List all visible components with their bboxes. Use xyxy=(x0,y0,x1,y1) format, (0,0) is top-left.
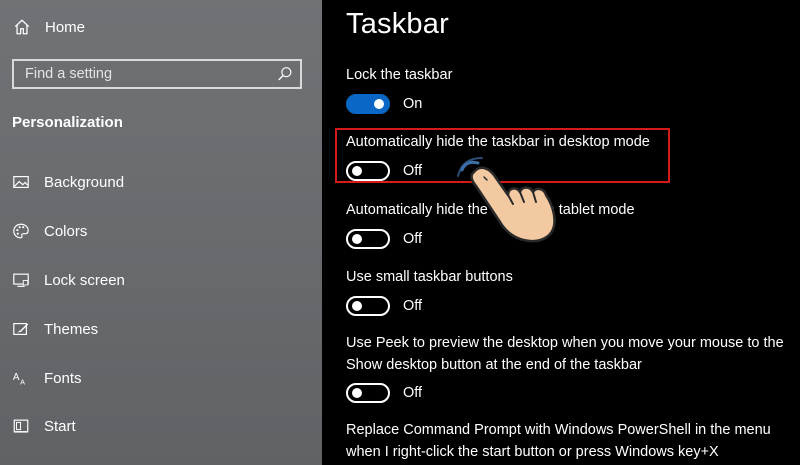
search-input[interactable] xyxy=(14,65,276,83)
toggle-knob xyxy=(352,301,362,311)
sidebar-item-label: Background xyxy=(44,173,125,191)
lock-taskbar-toggle-row: On xyxy=(346,93,422,115)
lock-taskbar-toggle[interactable] xyxy=(346,94,390,114)
sidebar-item-fonts[interactable]: AA Fonts xyxy=(12,367,82,389)
sidebar-item-label: Start xyxy=(44,417,76,435)
palette-icon xyxy=(12,222,30,240)
home-icon xyxy=(14,19,30,35)
svg-text:A: A xyxy=(13,372,20,383)
sidebar-item-label: Colors xyxy=(44,222,88,240)
setting-label-powershell: Replace Command Prompt with Windows Powe… xyxy=(346,422,771,460)
sidebar-item-label: Lock screen xyxy=(44,271,125,289)
toggle-knob xyxy=(352,234,362,244)
pointing-hand-icon xyxy=(457,157,556,243)
setting-label-lock-taskbar: Lock the taskbar xyxy=(346,67,453,83)
search-box[interactable] xyxy=(12,59,302,89)
fonts-icon: AA xyxy=(12,369,30,387)
sidebar-item-label: Themes xyxy=(44,320,99,338)
search-icon[interactable] xyxy=(276,65,294,83)
sidebar-item-lock-screen[interactable]: Lock screen xyxy=(12,269,125,291)
toggle-state-label: Off xyxy=(403,385,423,401)
autohide-tablet-toggle-row: Off xyxy=(346,228,422,250)
peek-toggle[interactable] xyxy=(346,383,390,403)
svg-text:A: A xyxy=(20,377,25,386)
peek-toggle-row: Off xyxy=(346,382,422,404)
toggle-state-label: On xyxy=(403,96,423,112)
setting-label-peek: Use Peek to preview the desktop when you… xyxy=(346,335,784,373)
settings-sidebar: Home Personalization Background Colors L… xyxy=(0,0,322,465)
small-buttons-toggle[interactable] xyxy=(346,296,390,316)
section-title: Personalization xyxy=(12,114,123,131)
toggle-state-label: Off xyxy=(403,298,423,314)
sidebar-item-background[interactable]: Background xyxy=(12,171,124,193)
toggle-knob xyxy=(374,99,384,109)
brush-icon xyxy=(12,320,30,338)
page-title: Taskbar xyxy=(346,8,449,40)
home-label: Home xyxy=(45,18,86,36)
monitor-icon xyxy=(12,271,30,289)
sidebar-item-start[interactable]: Start xyxy=(12,415,76,437)
toggle-knob xyxy=(352,388,362,398)
toggle-state-label: Off xyxy=(403,231,423,247)
home-nav-item[interactable]: Home xyxy=(13,16,85,38)
sidebar-item-colors[interactable]: Colors xyxy=(12,220,87,242)
start-icon xyxy=(12,417,30,435)
setting-label-small-buttons: Use small taskbar buttons xyxy=(346,269,513,285)
sidebar-item-themes[interactable]: Themes xyxy=(12,318,98,340)
small-buttons-toggle-row: Off xyxy=(346,295,422,317)
sidebar-item-label: Fonts xyxy=(44,369,82,387)
autohide-tablet-toggle[interactable] xyxy=(346,229,390,249)
image-icon xyxy=(12,173,30,191)
